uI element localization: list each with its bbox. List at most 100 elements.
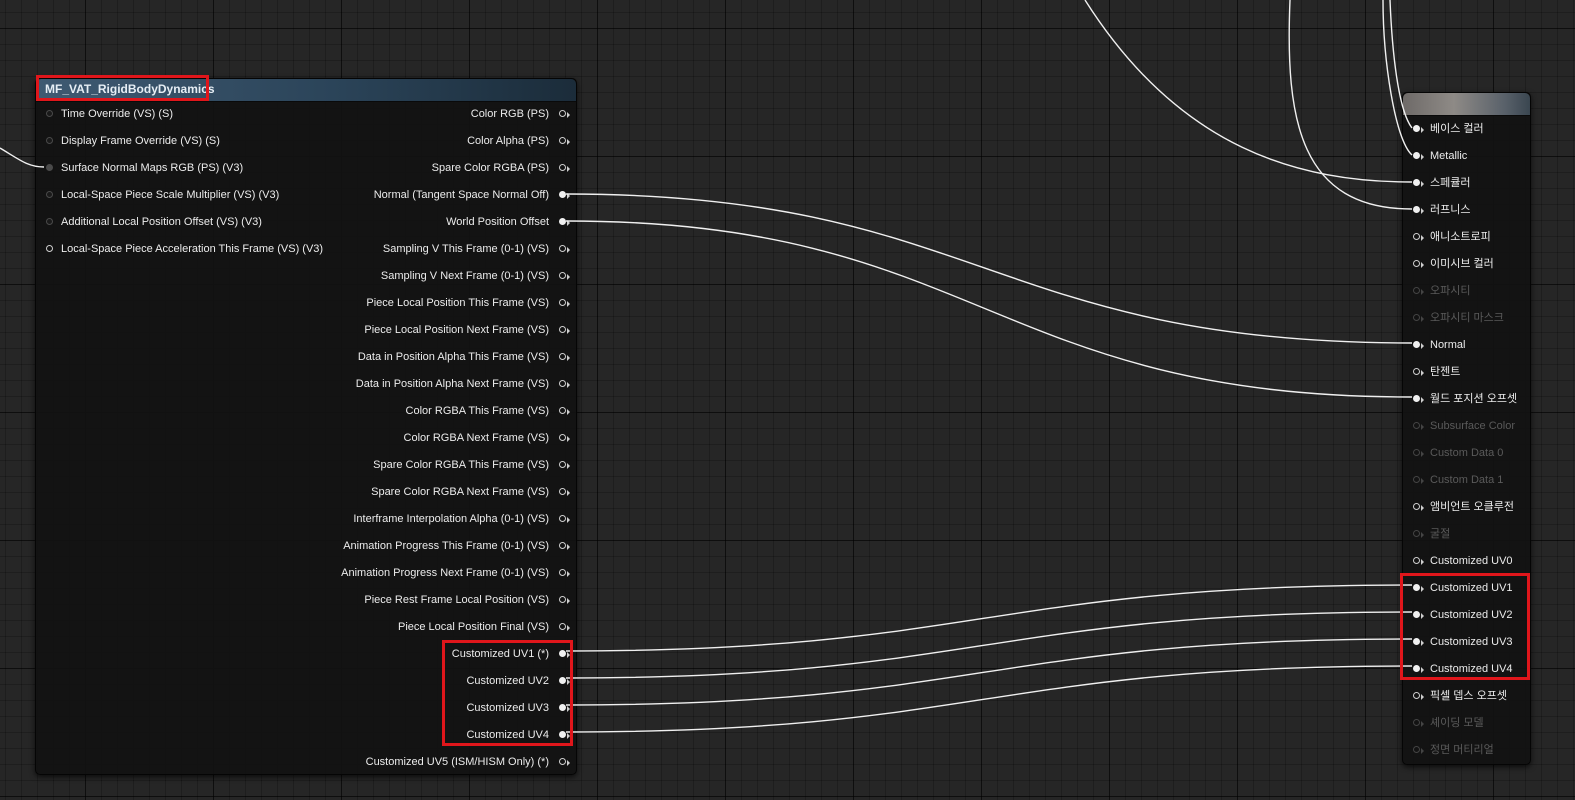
pin-icon[interactable] [559,164,566,171]
result-pin-metallic[interactable]: Metallic [1403,143,1530,170]
connected-pin-icon[interactable] [559,677,566,684]
pin-icon[interactable] [1413,233,1420,240]
result-pin-slot-4[interactable]: 애니소트로피 [1403,224,1530,251]
connected-pin-icon[interactable] [1413,206,1420,213]
input-pin-additional-local-position-offset-vs-v3[interactable]: Additional Local Position Offset (VS) (V… [36,209,336,236]
connected-pin-icon[interactable] [559,731,566,738]
result-pin-slot-6[interactable]: 오파시티 [1403,278,1530,305]
result-pin-normal[interactable]: Normal [1403,332,1530,359]
result-pin-slot-14[interactable]: 앰비언트 오클루전 [1403,494,1530,521]
output-pin-world-position-offset[interactable]: World Position Offset [316,209,576,236]
pin-icon[interactable] [559,353,566,360]
output-pin-piece-rest-frame-local-position-vs[interactable]: Piece Rest Frame Local Position (VS) [316,587,576,614]
pin-icon[interactable] [559,758,566,765]
output-pin-color-rgba-next-frame-vs[interactable]: Color RGBA Next Frame (VS) [316,425,576,452]
result-pin-custom-data-0[interactable]: Custom Data 0 [1403,440,1530,467]
result-pin-slot-23[interactable]: 정면 머티리얼 [1403,737,1530,764]
result-pin-slot-0[interactable]: 베이스 컬러 [1403,116,1530,143]
pin-icon[interactable] [559,488,566,495]
pin-icon[interactable] [46,110,53,117]
pin-icon[interactable] [1413,503,1420,510]
result-pin-customized-uv1[interactable]: Customized UV1 [1403,575,1530,602]
pin-icon[interactable] [559,461,566,468]
pin-icon[interactable] [559,569,566,576]
input-pin-display-frame-override-vs-s[interactable]: Display Frame Override (VS) (S) [36,128,336,155]
output-pin-spare-color-rgba-ps[interactable]: Spare Color RGBA (PS) [316,155,576,182]
result-pin-slot-10[interactable]: 월드 포지션 오프셋 [1403,386,1530,413]
output-pin-spare-color-rgba-this-frame-vs[interactable]: Spare Color RGBA This Frame (VS) [316,452,576,479]
connected-pin-icon[interactable] [559,191,566,198]
output-pin-piece-local-position-final-vs[interactable]: Piece Local Position Final (VS) [316,614,576,641]
connected-pin-icon[interactable] [1413,584,1420,591]
pin-icon[interactable] [46,191,53,198]
output-pin-data-in-position-alpha-this-frame-vs[interactable]: Data in Position Alpha This Frame (VS) [316,344,576,371]
pin-icon[interactable] [559,380,566,387]
material-result-node[interactable]: 베이스 컬러 Metallic 스페큘러 러프니스 애니소트로피 이미시브 컬러 오파시티 오… [1402,92,1531,765]
output-pin-customized-uv5-ism-hism-only[interactable]: Customized UV5 (ISM/HISM Only) (*) [316,749,576,776]
result-pin-slot-3[interactable]: 러프니스 [1403,197,1530,224]
result-pin-custom-data-1[interactable]: Custom Data 1 [1403,467,1530,494]
node-header[interactable]: MF_VAT_RigidBodyDynamics [36,79,576,102]
pin-icon[interactable] [559,407,566,414]
pin-icon[interactable] [559,272,566,279]
pin-icon[interactable] [46,245,53,252]
result-pin-customized-uv2[interactable]: Customized UV2 [1403,602,1530,629]
connected-pin-icon[interactable] [1413,179,1420,186]
result-node-header[interactable] [1403,93,1530,116]
pin-icon[interactable] [559,326,566,333]
pin-icon[interactable] [46,164,53,171]
connected-pin-icon[interactable] [1413,638,1420,645]
output-pin-customized-uv2[interactable]: Customized UV2 [316,668,576,695]
output-pin-piece-local-position-next-frame-vs[interactable]: Piece Local Position Next Frame (VS) [316,317,576,344]
input-pin-surface-normal-maps-rgb-ps-v3[interactable]: Surface Normal Maps RGB (PS) (V3) [36,155,336,182]
pin-icon[interactable] [559,110,566,117]
connected-pin-icon[interactable] [1413,665,1420,672]
result-pin-slot-7[interactable]: 오파시티 마스크 [1403,305,1530,332]
pin-icon[interactable] [1413,422,1420,429]
result-pin-slot-2[interactable]: 스페큘러 [1403,170,1530,197]
output-pin-piece-local-position-this-frame-vs[interactable]: Piece Local Position This Frame (VS) [316,290,576,317]
connected-pin-icon[interactable] [559,650,566,657]
result-pin-customized-uv3[interactable]: Customized UV3 [1403,629,1530,656]
output-pin-customized-uv4[interactable]: Customized UV4 [316,722,576,749]
pin-icon[interactable] [1413,692,1420,699]
connected-pin-icon[interactable] [1413,395,1420,402]
material-graph-canvas[interactable]: MF_VAT_RigidBodyDynamics Time Override (… [0,0,1575,800]
pin-icon[interactable] [46,218,53,225]
connected-pin-icon[interactable] [1413,341,1420,348]
output-pin-animation-progress-next-frame-0-1-vs[interactable]: Animation Progress Next Frame (0-1) (VS) [316,560,576,587]
pin-icon[interactable] [1413,314,1420,321]
result-pin-customized-uv0[interactable]: Customized UV0 [1403,548,1530,575]
connected-pin-icon[interactable] [1413,152,1420,159]
pin-icon[interactable] [1413,719,1420,726]
pin-icon[interactable] [1413,530,1420,537]
pin-icon[interactable] [1413,557,1420,564]
output-pin-data-in-position-alpha-next-frame-vs[interactable]: Data in Position Alpha Next Frame (VS) [316,371,576,398]
pin-icon[interactable] [559,596,566,603]
output-pin-color-rgb-ps[interactable]: Color RGB (PS) [316,101,576,128]
pin-icon[interactable] [559,299,566,306]
result-pin-subsurface-color[interactable]: Subsurface Color [1403,413,1530,440]
connected-pin-icon[interactable] [559,218,566,225]
output-pin-spare-color-rgba-next-frame-vs[interactable]: Spare Color RGBA Next Frame (VS) [316,479,576,506]
pin-icon[interactable] [559,434,566,441]
pin-icon[interactable] [1413,287,1420,294]
pin-icon[interactable] [559,245,566,252]
pin-icon[interactable] [1413,368,1420,375]
output-pin-sampling-v-this-frame-0-1-vs[interactable]: Sampling V This Frame (0-1) (VS) [316,236,576,263]
pin-icon[interactable] [559,542,566,549]
pin-icon[interactable] [559,137,566,144]
output-pin-color-alpha-ps[interactable]: Color Alpha (PS) [316,128,576,155]
output-pin-normal-tangent-space-normal-off[interactable]: Normal (Tangent Space Normal Off) [316,182,576,209]
input-pin-time-override-vs-s[interactable]: Time Override (VS) (S) [36,101,336,128]
connected-pin-icon[interactable] [1413,611,1420,618]
input-pin-local-space-piece-scale-multiplier-vs-v3[interactable]: Local-Space Piece Scale Multiplier (VS) … [36,182,336,209]
pin-icon[interactable] [1413,260,1420,267]
result-pin-slot-9[interactable]: 탄젠트 [1403,359,1530,386]
pin-icon[interactable] [559,515,566,522]
result-pin-slot-15[interactable]: 굴절 [1403,521,1530,548]
result-pin-slot-5[interactable]: 이미시브 컬러 [1403,251,1530,278]
result-pin-customized-uv4[interactable]: Customized UV4 [1403,656,1530,683]
connected-pin-icon[interactable] [1413,125,1420,132]
input-pin-local-space-piece-acceleration-this-frame-vs-v3[interactable]: Local-Space Piece Acceleration This Fram… [36,236,336,263]
